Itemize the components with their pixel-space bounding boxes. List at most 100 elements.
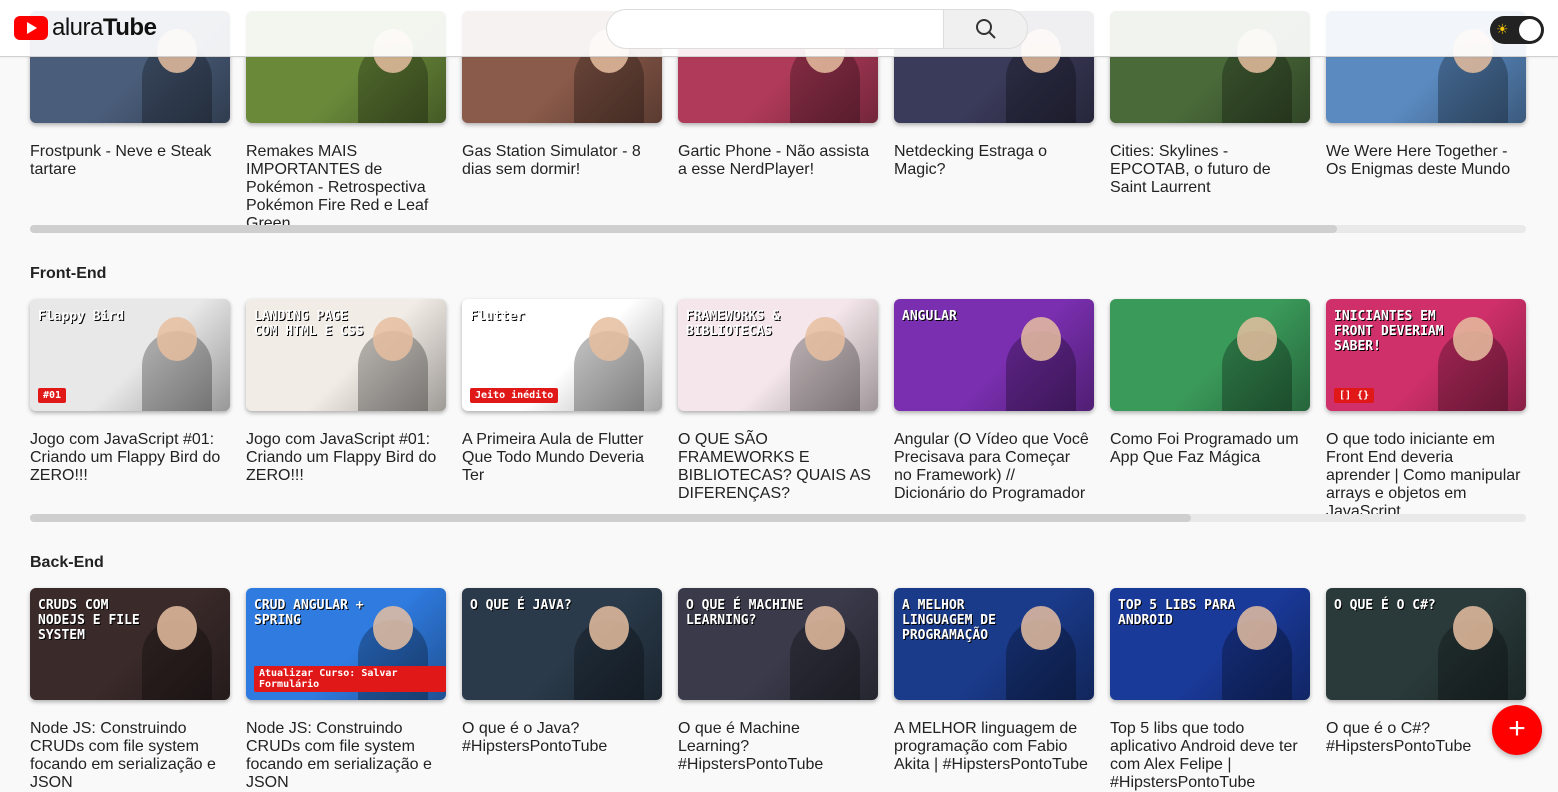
video-card[interactable]: CRUDS COM NODEJS E FILE SYSTEM Node JS: C…: [30, 588, 230, 792]
top-bar: aluraTube ☀: [0, 0, 1558, 57]
search-input[interactable]: [606, 9, 943, 49]
video-title[interactable]: O que é Machine Learning? #HipstersPonto…: [678, 720, 873, 774]
timeline-section-back-end: Back-End CRUDS COM NODEJS E FILE SYSTEM N…: [30, 554, 1526, 792]
section-title: Back-End: [30, 554, 104, 571]
video-thumbnail[interactable]: O QUE É O C#?: [1326, 588, 1526, 700]
video-title[interactable]: O QUE SÃO FRAMEWORKS E BIBLIOTECAS? QUAI…: [678, 431, 873, 503]
thumbnail-overlay-text: O QUE É JAVA?: [470, 598, 572, 613]
thumbnail-figure-head: [373, 317, 413, 361]
video-card[interactable]: FRAMEWORKS & BIBLIOTECAS O QUE SÃO FRAMEW…: [678, 299, 878, 521]
thumbnail-overlay-text: INICIANTES EM FRONT DEVERIAM SABER!: [1334, 309, 1444, 354]
video-card[interactable]: Como Foi Programado um App Que Faz Mágic…: [1110, 299, 1310, 521]
thumbnail-figure-head: [373, 606, 413, 650]
video-card[interactable]: Flutter Jeito inédito A Primeira Aula de F…: [462, 299, 662, 521]
toggle-knob: [1519, 19, 1541, 41]
video-title[interactable]: A MELHOR linguagem de programação com Fa…: [894, 720, 1089, 774]
video-thumbnail[interactable]: CRUDS COM NODEJS E FILE SYSTEM: [30, 588, 230, 700]
scrollbar-thumb[interactable]: [30, 514, 1191, 522]
theme-toggle[interactable]: ☀: [1490, 16, 1544, 44]
thumbnail-overlay-text: CRUD ANGULAR + SPRING: [254, 598, 364, 628]
video-title[interactable]: Gartic Phone - Não assista a esse NerdPl…: [678, 143, 873, 179]
thumbnail-badge: Atualizar Curso: Salvar Formulário: [254, 666, 446, 692]
row-scrollbar[interactable]: [30, 225, 1526, 233]
video-title[interactable]: Angular (O Vídeo que Você Precisava para…: [894, 431, 1089, 503]
thumbnail-figure-head: [1021, 606, 1061, 650]
video-card[interactable]: O QUE É MACHINE LEARNING? O que é Machine…: [678, 588, 878, 792]
video-thumbnail[interactable]: A MELHOR LINGUAGEM DE PROGRAMAÇÃO: [894, 588, 1094, 700]
thumbnail-overlay-text: TOP 5 LIBS PARA ANDROID: [1118, 598, 1236, 628]
video-thumbnail[interactable]: INICIANTES EM FRONT DEVERIAM SABER! [] {}: [1326, 299, 1526, 411]
video-title[interactable]: Como Foi Programado um App Que Faz Mágic…: [1110, 431, 1305, 467]
thumbnail-figure-head: [1237, 606, 1277, 650]
video-card[interactable]: Flappy Bird #01 Jogo com JavaScript #01: C…: [30, 299, 230, 521]
video-title[interactable]: Node JS: Construindo CRUDs com file syst…: [246, 720, 441, 792]
video-thumbnail[interactable]: Flutter Jeito inédito: [462, 299, 662, 411]
video-thumbnail[interactable]: FRAMEWORKS & BIBLIOTECAS: [678, 299, 878, 411]
sun-icon: ☀: [1496, 21, 1509, 37]
thumbnail-figure-head: [589, 606, 629, 650]
thumbnail-overlay-text: LANDING PAGE COM HTML E CSS: [254, 309, 364, 339]
video-title[interactable]: Node JS: Construindo CRUDs com file syst…: [30, 720, 225, 792]
video-thumbnail[interactable]: O QUE É MACHINE LEARNING?: [678, 588, 878, 700]
thumbnail-overlay-text: Flutter: [470, 309, 525, 324]
thumbnail-overlay-text: Flappy Bird: [38, 309, 125, 324]
thumbnail-figure-head: [1453, 606, 1493, 650]
video-title[interactable]: Gas Station Simulator - 8 dias sem dormi…: [462, 143, 657, 179]
video-title[interactable]: A Primeira Aula de Flutter Que Todo Mund…: [462, 431, 657, 485]
thumbnail-overlay-text: O QUE É MACHINE LEARNING?: [686, 598, 804, 628]
video-title[interactable]: O que todo iniciante em Front End deveri…: [1326, 431, 1521, 521]
video-card[interactable]: INICIANTES EM FRONT DEVERIAM SABER! [] {}…: [1326, 299, 1526, 521]
video-title[interactable]: Remakes MAIS IMPORTANTES de Pokémon - Re…: [246, 143, 441, 233]
thumbnail-overlay-text: O QUE É O C#?: [1334, 598, 1436, 613]
timeline-section-front-end: Front-End Flappy Bird #01 Jogo com JavaScr…: [30, 265, 1526, 521]
thumbnail-figure-head: [805, 317, 845, 361]
video-title[interactable]: Top 5 libs que todo aplicativo Android d…: [1110, 720, 1305, 792]
add-video-button[interactable]: +: [1492, 705, 1542, 755]
video-title[interactable]: Jogo com JavaScript #01: Criando um Flap…: [246, 431, 441, 485]
thumbnail-badge: Jeito inédito: [470, 388, 559, 403]
thumbnail-figure-head: [1237, 317, 1277, 361]
thumbnail-overlay-text: A MELHOR LINGUAGEM DE PROGRAMAÇÃO: [902, 598, 996, 643]
video-title[interactable]: Frostpunk - Neve e Steak tartare: [30, 143, 225, 179]
thumbnail-figure-head: [157, 317, 197, 361]
video-title[interactable]: We Were Here Together - Os Enigmas deste…: [1326, 143, 1521, 179]
thumbnail-figure-head: [805, 606, 845, 650]
video-card[interactable]: LANDING PAGE COM HTML E CSS Jogo com Java…: [246, 299, 446, 521]
thumbnail-figure-head: [157, 606, 197, 650]
video-thumbnail[interactable]: LANDING PAGE COM HTML E CSS: [246, 299, 446, 411]
thumbnail-overlay-text: FRAMEWORKS & BIBLIOTECAS: [686, 309, 780, 339]
thumbnail-figure-head: [589, 317, 629, 361]
video-card[interactable]: ANGULAR Angular (O Vídeo que Você Precisa…: [894, 299, 1094, 521]
video-thumbnail[interactable]: CRUD ANGULAR + SPRING Atualizar Curso: Sa…: [246, 588, 446, 700]
video-title[interactable]: Cities: Skylines - EPCOTAB, o futuro de …: [1110, 143, 1305, 197]
video-thumbnail[interactable]: O QUE É JAVA?: [462, 588, 662, 700]
scrollbar-thumb[interactable]: [30, 225, 1337, 233]
video-card[interactable]: TOP 5 LIBS PARA ANDROID Top 5 libs que to…: [1110, 588, 1310, 792]
video-thumbnail[interactable]: ANGULAR: [894, 299, 1094, 411]
video-card[interactable]: O QUE É JAVA? O que é o Java? #HipstersPo…: [462, 588, 662, 792]
video-thumbnail[interactable]: TOP 5 LIBS PARA ANDROID: [1110, 588, 1310, 700]
video-title[interactable]: Netdecking Estraga o Magic?: [894, 143, 1089, 179]
section-title: Front-End: [30, 265, 107, 282]
thumbnail-figure-head: [1021, 317, 1061, 361]
video-row: CRUDS COM NODEJS E FILE SYSTEM Node JS: C…: [30, 588, 1526, 792]
video-thumbnail[interactable]: Flappy Bird #01: [30, 299, 230, 411]
video-card[interactable]: CRUD ANGULAR + SPRING Atualizar Curso: Sa…: [246, 588, 446, 792]
video-title[interactable]: O que é o Java? #HipstersPontoTube: [462, 720, 657, 756]
video-card[interactable]: A MELHOR LINGUAGEM DE PROGRAMAÇÃO A MELHO…: [894, 588, 1094, 792]
thumbnail-badge: #01: [38, 388, 67, 403]
search-icon: [975, 19, 996, 39]
search-button[interactable]: [943, 9, 1028, 49]
logo-text: aluraTube: [52, 14, 157, 41]
video-title[interactable]: Jogo com JavaScript #01: Criando um Flap…: [30, 431, 225, 485]
thumbnail-figure-head: [1453, 317, 1493, 361]
logo[interactable]: aluraTube: [14, 14, 157, 42]
thumbnail-badge: [] {}: [1334, 388, 1375, 403]
thumbnail-overlay-text: CRUDS COM NODEJS E FILE SYSTEM: [38, 598, 140, 643]
video-thumbnail[interactable]: [1110, 299, 1310, 411]
video-card[interactable]: O QUE É O C#? O que é o C#? #HipstersPont…: [1326, 588, 1526, 792]
video-row: Flappy Bird #01 Jogo com JavaScript #01: C…: [30, 299, 1526, 521]
thumbnail-overlay-text: ANGULAR: [902, 309, 957, 324]
play-logo-icon: [14, 16, 48, 40]
row-scrollbar[interactable]: [30, 514, 1526, 522]
